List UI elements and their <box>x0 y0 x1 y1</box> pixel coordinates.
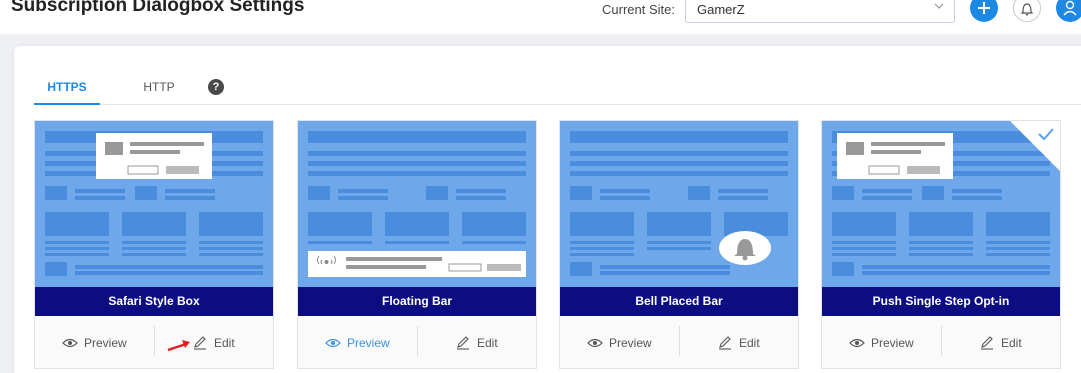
top-header: Subscription Dialogbox Settings Current … <box>0 0 1081 34</box>
divider <box>154 326 155 356</box>
card-title: Safari Style Box <box>35 287 273 316</box>
chevron-down-icon <box>934 3 944 9</box>
preview-label: Preview <box>347 336 390 350</box>
site-select[interactable]: GamerZ <box>685 0 955 23</box>
preview-button[interactable]: Preview <box>62 335 127 351</box>
eye-icon <box>325 338 341 348</box>
edit-button[interactable]: Edit <box>192 335 235 351</box>
card-title: Push Single Step Opt-in <box>822 287 1060 316</box>
preview-button[interactable]: Preview <box>849 335 914 351</box>
divider <box>679 326 680 356</box>
tab-http[interactable]: HTTP <box>124 80 194 94</box>
card-actions: Preview Edit <box>560 316 798 368</box>
eye-icon <box>62 338 78 348</box>
card-safari-style-box[interactable]: Safari Style Box Preview Edit <box>34 120 274 369</box>
floating-bar-thumbnail <box>298 121 536 287</box>
card-floating-bar[interactable]: Floating Bar Preview Edit <box>297 120 537 369</box>
card-actions: Preview Edit <box>35 316 273 368</box>
page-title: Subscription Dialogbox Settings <box>11 0 305 16</box>
user-icon <box>1063 0 1077 16</box>
red-arrow-annotation <box>167 340 190 352</box>
settings-panel: HTTPS HTTP ? Safari Style Box Preview Ed… <box>14 46 1081 373</box>
notifications-button[interactable] <box>1013 0 1041 22</box>
user-avatar-button[interactable] <box>1056 0 1081 22</box>
preview-button[interactable]: Preview <box>325 335 390 351</box>
pencil-icon <box>457 336 469 350</box>
bell-placed-bar-thumbnail <box>560 121 798 287</box>
edit-label: Edit <box>477 336 498 350</box>
edit-label: Edit <box>739 336 760 350</box>
pencil-icon <box>719 336 731 350</box>
add-button[interactable] <box>970 0 998 22</box>
card-actions: Preview Edit <box>822 316 1060 368</box>
preview-label: Preview <box>609 336 652 350</box>
tab-https[interactable]: HTTPS <box>34 80 100 105</box>
preview-button[interactable]: Preview <box>587 335 652 351</box>
preview-label: Preview <box>871 336 914 350</box>
card-actions: Preview Edit <box>298 316 536 368</box>
card-title: Bell Placed Bar <box>560 287 798 316</box>
preview-label: Preview <box>84 336 127 350</box>
plus-icon <box>978 2 990 14</box>
card-bell-placed-bar[interactable]: Bell Placed Bar Preview Edit <box>559 120 799 369</box>
protocol-tabs: HTTPS HTTP ? <box>34 68 1081 105</box>
help-icon[interactable]: ? <box>208 79 224 95</box>
current-site-label: Current Site: <box>602 2 675 17</box>
card-push-single-step-opt-in[interactable]: Push Single Step Opt-in Preview Edit <box>821 120 1061 369</box>
divider <box>417 326 418 356</box>
safari-style-box-thumbnail <box>35 121 273 287</box>
card-title: Floating Bar <box>298 287 536 316</box>
edit-label: Edit <box>214 336 235 350</box>
eye-icon <box>849 338 865 348</box>
edit-label: Edit <box>1001 336 1022 350</box>
edit-button[interactable]: Edit <box>979 335 1022 351</box>
divider <box>941 326 942 356</box>
eye-icon <box>587 338 603 348</box>
edit-button[interactable]: Edit <box>455 335 498 351</box>
site-select-value: GamerZ <box>697 2 745 17</box>
pencil-icon <box>981 336 993 350</box>
bell-icon <box>1020 3 1034 16</box>
edit-button[interactable]: Edit <box>717 335 760 351</box>
push-single-step-thumbnail <box>822 121 1060 287</box>
